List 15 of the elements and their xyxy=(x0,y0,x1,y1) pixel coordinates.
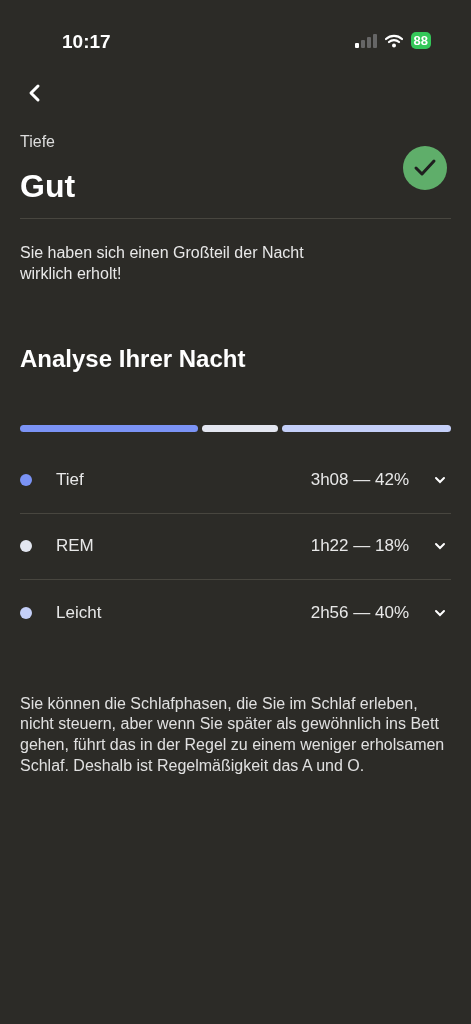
phase-name: Tief xyxy=(56,469,85,492)
section-heading: Analyse Ihrer Nacht xyxy=(20,343,247,374)
clock-time: 10:17 xyxy=(62,30,111,54)
signal-icon xyxy=(354,33,377,48)
info-paragraph: Sie können die Schlafphasen, die Sie im Schlaf erleben, nicht steuern, aber wenn Sie später als gewöhnlich ins Bett gehen, führt das in der Regel zu einem weniger erholsamen Schlaf. Deshalb ist Regelmäßigkeit das A und O. xyxy=(20,693,446,776)
rating-title: Gut xyxy=(20,167,76,206)
phase-value: 2h56 — 40% xyxy=(310,601,409,624)
battery-level: 88 xyxy=(410,32,431,49)
summary-text: Sie haben sich einen Großteil der Nacht wirklich erholt! xyxy=(20,243,305,284)
phase-value: 3h08 — 42% xyxy=(310,469,409,492)
phase-value: 1h22 — 18% xyxy=(310,535,409,558)
wifi-icon xyxy=(384,33,403,48)
section-label: Tiefe xyxy=(20,132,56,152)
phase-name: Leicht xyxy=(56,601,103,624)
phase-name: REM xyxy=(56,535,95,558)
